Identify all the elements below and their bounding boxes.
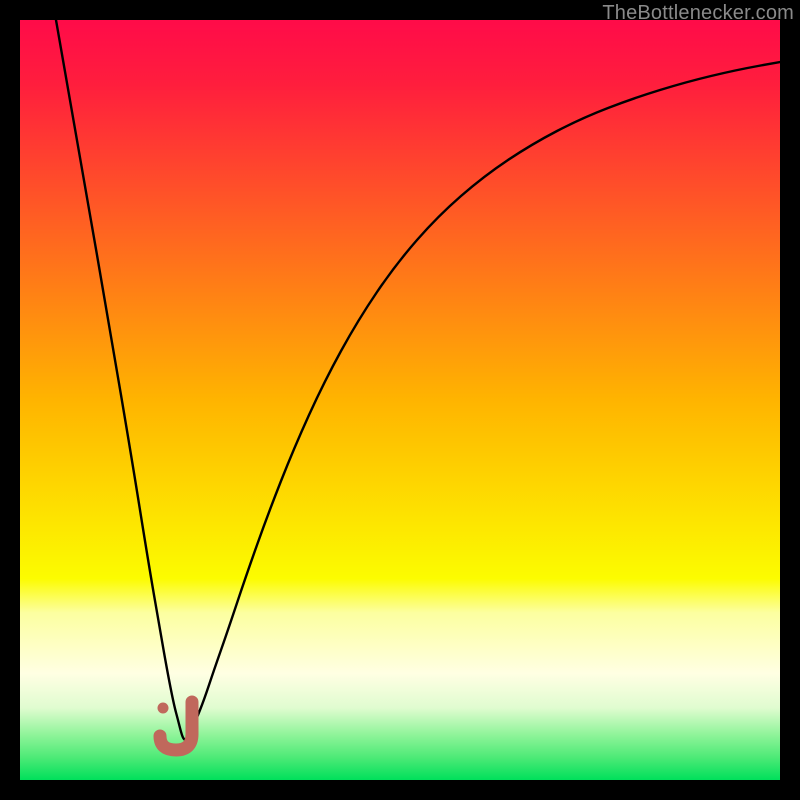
plot-area — [20, 20, 780, 780]
bottleneck-curve — [20, 20, 780, 780]
chart-frame: TheBottlenecker.com — [0, 0, 800, 800]
